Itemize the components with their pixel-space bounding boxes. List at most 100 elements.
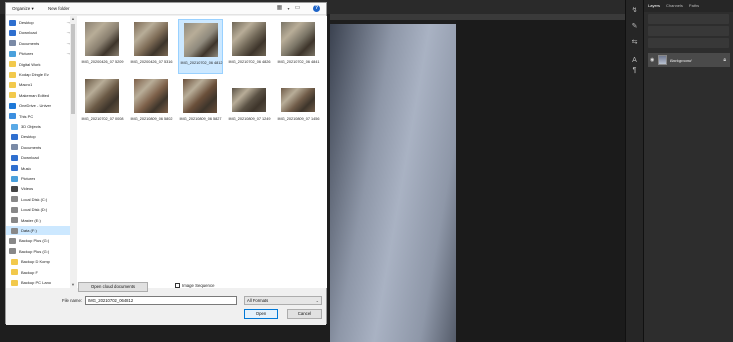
tab-layers[interactable]: Layers xyxy=(648,3,660,12)
image-thumbnail xyxy=(281,88,315,112)
file-tile[interactable]: IMG_20210702_06 4812 xyxy=(178,19,223,74)
nav-item[interactable]: Download xyxy=(6,153,70,162)
navigation-scrollbar[interactable]: ▲ ▼ xyxy=(70,16,76,288)
preview-pane-icon[interactable]: ▭ xyxy=(294,5,301,12)
workspace-background xyxy=(456,20,625,342)
navigation-pane[interactable]: Desktop ⊸ Download ⊸ Documents ⊸ Pictures ⊸ Digi… xyxy=(6,16,76,288)
documents-icon xyxy=(9,40,16,47)
nav-item[interactable]: This PC xyxy=(6,112,70,121)
image-sequence-checkbox[interactable]: Image Sequence xyxy=(175,283,215,288)
file-tile[interactable]: IMG_20200426_07 5209 xyxy=(80,19,125,74)
tab-paths[interactable]: Paths xyxy=(689,3,699,12)
nav-item[interactable]: Backup F xyxy=(6,268,70,277)
scroll-down-arrow-icon[interactable]: ▼ xyxy=(70,282,76,288)
nav-item-label: Master (E:) xyxy=(21,217,41,223)
checkbox-box[interactable] xyxy=(175,283,180,288)
nav-item[interactable]: Documents ⊸ xyxy=(6,39,70,48)
file-name: IMG_20210702_06 4841 xyxy=(277,60,320,64)
nav-item[interactable]: Data (F:) xyxy=(6,226,70,235)
file-tile[interactable]: IMG_20210809_07 1456 xyxy=(276,76,321,131)
file-tile[interactable]: IMG_20210702_06 4841 xyxy=(276,19,321,74)
view-dropdown-icon[interactable]: ▾ xyxy=(285,5,292,12)
nav-item[interactable]: Download ⊸ xyxy=(6,28,70,37)
nav-item-label: Desktop xyxy=(19,20,34,25)
lock-icon: 🔒︎ xyxy=(723,57,726,63)
history-icon[interactable]: ↯ xyxy=(630,6,639,15)
onedrive-icon xyxy=(9,102,16,109)
chevron-down-icon: ⌄ xyxy=(315,298,319,303)
nav-item[interactable]: OneDrive - Univer xyxy=(6,101,70,110)
file-name: IMG_20210702_06 4826 xyxy=(228,60,271,64)
nav-item[interactable]: Local Disk (C:) xyxy=(6,195,70,204)
document-canvas[interactable] xyxy=(330,24,456,342)
nav-item[interactable]: 3D Objects xyxy=(6,122,70,131)
nav-item[interactable]: Makeman Edited xyxy=(6,91,70,100)
file-name-input[interactable]: IMG_20210702_064812 xyxy=(85,296,237,305)
nav-item[interactable]: Digital Work xyxy=(6,60,70,69)
image-thumbnail xyxy=(232,22,266,56)
file-tile[interactable]: IMG_20210809_06 5827 xyxy=(178,76,223,131)
nav-item-label: Local Disk (D:) xyxy=(21,207,48,213)
nav-item-label: Videos xyxy=(21,186,34,192)
network-drive-icon xyxy=(9,248,16,255)
file-tile[interactable]: IMG_20210702_07 0008 xyxy=(80,76,125,131)
paragraph-icon[interactable]: ¶ xyxy=(630,66,639,75)
nav-item[interactable]: Backup PC Lano xyxy=(6,278,70,287)
blend-mode-row[interactable] xyxy=(648,26,729,36)
file-tile[interactable]: IMG_20210702_06 4826 xyxy=(227,19,272,74)
layer-filter-bar[interactable] xyxy=(648,14,729,24)
nav-item[interactable]: Backup Plus (G:) xyxy=(6,247,70,256)
nav-item-label: Backup Plus (G:) xyxy=(19,248,50,254)
nav-item[interactable]: Backup D Komp xyxy=(6,257,70,266)
layer-row-background[interactable]: ◉ Background 🔒︎ xyxy=(648,53,730,67)
nav-item[interactable]: Backup Plus (G:) xyxy=(6,236,70,245)
file-name-label: File name: xyxy=(62,298,83,303)
nav-item[interactable]: Documents xyxy=(6,143,70,152)
brush-settings-icon[interactable]: ✎ xyxy=(630,22,639,31)
file-tile[interactable]: IMG_20210809_07 1249 xyxy=(227,76,272,131)
file-tile[interactable]: IMG_20210809_06 5802 xyxy=(129,76,174,131)
file-list[interactable]: IMG_20200426_07 5209 IMG_20200426_07 5316… xyxy=(77,16,327,288)
scroll-thumb[interactable] xyxy=(71,24,75,114)
organize-menu[interactable]: Organize ▾ xyxy=(12,6,34,12)
image-thumbnail xyxy=(85,79,119,113)
character-icon[interactable]: A xyxy=(630,56,639,65)
new-folder-button[interactable]: New folder xyxy=(48,6,70,11)
nav-item-label: Desktop xyxy=(21,134,36,140)
nav-item[interactable]: Kodap Dingle Ev xyxy=(6,70,70,79)
nav-item-label: Pictures xyxy=(19,51,34,57)
file-name: IMG_20200426_07 5316 xyxy=(130,60,173,64)
nav-item[interactable]: Master (E:) xyxy=(6,216,70,225)
nav-item-label: Download xyxy=(21,155,39,161)
scroll-up-arrow-icon[interactable]: ▲ xyxy=(70,16,76,22)
network-drive-icon xyxy=(9,237,16,244)
nav-item[interactable]: Local Disk (D:) xyxy=(6,205,70,214)
open-button[interactable]: Open xyxy=(244,309,278,319)
lock-row[interactable] xyxy=(648,38,729,48)
desktop-icon xyxy=(9,19,16,26)
folder-icon xyxy=(9,92,16,99)
nav-item[interactable]: Desktop xyxy=(6,132,70,141)
open-cloud-documents-button[interactable]: Open cloud documents xyxy=(78,282,148,292)
visibility-eye-icon[interactable]: ◉ xyxy=(650,57,655,63)
nav-item[interactable]: Pictures xyxy=(6,174,70,183)
help-icon[interactable]: ? xyxy=(313,5,320,12)
nav-item-label: Data (F:) xyxy=(21,228,37,233)
nav-item-label: Backup D Komp xyxy=(21,259,50,265)
cancel-button[interactable]: Cancel xyxy=(287,309,322,319)
nav-item[interactable]: Macro1 xyxy=(6,80,70,89)
nav-item[interactable]: Videos xyxy=(6,184,70,193)
nav-item[interactable]: Pictures ⊸ xyxy=(6,49,70,58)
file-tile[interactable]: IMG_20200426_07 5316 xyxy=(129,19,174,74)
drive-icon xyxy=(11,196,18,203)
drive-icon xyxy=(11,227,18,234)
nav-item[interactable]: Music xyxy=(6,164,70,173)
folder-icon xyxy=(11,258,18,265)
file-format-select[interactable]: All Formats ⌄ xyxy=(244,296,322,305)
nav-item[interactable]: Desktop ⊸ xyxy=(6,18,70,27)
image-thumbnail xyxy=(134,79,168,113)
view-options-icon[interactable]: ▦ xyxy=(276,5,283,12)
tab-channels[interactable]: Channels xyxy=(666,3,683,12)
nav-item-label: Download xyxy=(19,30,37,36)
adjust-icon[interactable]: ⇆ xyxy=(630,38,639,47)
